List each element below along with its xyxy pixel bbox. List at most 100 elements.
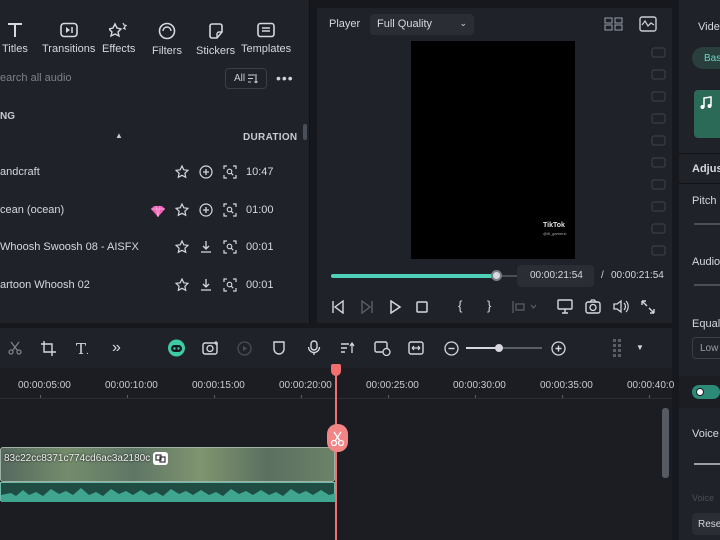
playback-knob[interactable] <box>491 270 502 281</box>
filmstrip-decoration <box>651 47 666 256</box>
timeline-scrollbar[interactable] <box>662 408 669 478</box>
add-to-timeline-icon[interactable] <box>199 203 213 217</box>
text-tool-icon[interactable]: T. <box>76 340 89 358</box>
find-similar-icon[interactable] <box>223 203 237 217</box>
tab-effects[interactable]: Effects <box>102 22 135 55</box>
playhead-line[interactable] <box>335 366 337 540</box>
audio-title: andcraft <box>0 166 40 178</box>
mask-icon[interactable] <box>272 341 286 356</box>
duration-column-header[interactable]: DURATION <box>243 132 297 143</box>
tab-stickers[interactable]: Stickers <box>196 22 235 57</box>
cut-at-playhead-button[interactable] <box>327 424 348 452</box>
total-time: 00:00:21:54 <box>611 270 664 281</box>
grid-handle-icon[interactable] <box>612 338 622 358</box>
tab-filters[interactable]: Filters <box>152 22 182 57</box>
tab-label: Transitions <box>42 43 96 55</box>
zoom-out-icon[interactable] <box>444 341 459 356</box>
display-icon[interactable] <box>557 299 573 314</box>
ruler-tick-label: 00:00:10:00 <box>105 380 158 391</box>
zoom-in-icon[interactable] <box>551 341 566 356</box>
volume-icon[interactable] <box>613 299 629 314</box>
zoom-slider-knob[interactable] <box>495 344 503 352</box>
speed-icon[interactable] <box>237 341 252 356</box>
reset-label: Rese <box>698 519 720 530</box>
quality-dropdown[interactable]: Full Quality ⌄ <box>370 14 474 35</box>
tab-transitions[interactable]: Transitions <box>42 22 95 55</box>
property-tab-video[interactable]: Vide <box>698 21 720 33</box>
current-time[interactable]: 00:00:21:54 <box>517 265 594 287</box>
favorite-star-icon[interactable] <box>175 203 189 217</box>
more-tools-icon[interactable]: » <box>112 339 121 357</box>
fit-timeline-icon[interactable] <box>408 341 424 355</box>
playhead-handle[interactable] <box>331 364 341 376</box>
audio-duration: 01:00 <box>246 204 274 216</box>
library-scrollbar[interactable] <box>303 124 307 140</box>
tab-label: Stickers <box>196 45 236 57</box>
list-item[interactable]: andcraft 10:47 <box>0 156 300 192</box>
audio-clip-thumbnail <box>694 90 720 138</box>
adjust-section-title: Adjus <box>692 163 720 175</box>
voice-slider[interactable] <box>694 463 720 465</box>
time-separator: / <box>601 270 604 281</box>
waveform-monitor-icon[interactable] <box>639 16 657 32</box>
chevron-down-icon: ⌄ <box>459 18 467 28</box>
filter-dropdown[interactable]: All <box>225 68 267 89</box>
camera-record-icon[interactable] <box>202 340 220 356</box>
mark-out-icon[interactable]: } <box>487 298 491 313</box>
sort-arrow-icon[interactable]: ▲ <box>115 131 123 140</box>
download-icon[interactable] <box>199 240 213 254</box>
tab-titles[interactable]: Titles <box>2 22 28 55</box>
property-subtab-basic[interactable]: Bas <box>704 53 720 64</box>
stickers-icon <box>208 23 223 39</box>
add-to-timeline-icon[interactable] <box>199 165 213 179</box>
mark-in-icon[interactable]: { <box>458 298 462 313</box>
replace-clip-icon[interactable] <box>374 341 391 356</box>
audio-slider[interactable] <box>694 284 720 286</box>
ruler-tick-label: 00:00:25:00 <box>366 380 419 391</box>
list-item[interactable]: cean (ocean) 01:00 <box>0 194 300 230</box>
split-icon[interactable] <box>8 341 22 355</box>
microphone-icon[interactable] <box>307 340 321 356</box>
list-item[interactable]: Whoosh Swoosh 08 - AISFX 00:01 <box>0 231 300 267</box>
download-icon[interactable] <box>199 278 213 292</box>
filter-label: All <box>233 73 246 84</box>
find-similar-icon[interactable] <box>223 165 237 179</box>
chevron-down-icon[interactable]: ▼ <box>636 343 644 352</box>
favorite-star-icon[interactable] <box>175 240 189 254</box>
favorite-star-icon[interactable] <box>175 278 189 292</box>
play-icon[interactable] <box>388 300 402 314</box>
favorite-star-icon[interactable] <box>175 165 189 179</box>
scissors-icon <box>330 431 345 447</box>
tiktok-watermark: TikTok <box>543 222 565 229</box>
audio-title: cean (ocean) <box>0 204 65 216</box>
ruler-tick-label: 00:00:30:00 <box>453 380 506 391</box>
tab-templates[interactable]: Templates <box>241 22 291 55</box>
ruler-tick-label: 00:00:05:00 <box>18 380 71 391</box>
grid-view-icon[interactable] <box>604 17 624 31</box>
stop-icon[interactable] <box>415 300 429 314</box>
voice-toggle[interactable] <box>692 385 720 399</box>
find-similar-icon[interactable] <box>223 278 237 292</box>
insert-icon[interactable] <box>511 300 537 314</box>
audio-label: Audio <box>692 256 720 268</box>
list-item[interactable]: artoon Whoosh 02 00:01 <box>0 269 300 305</box>
audio-duration: 00:01 <box>246 279 274 291</box>
audio-mixer-icon[interactable] <box>340 341 356 356</box>
pitch-slider[interactable] <box>694 223 720 225</box>
ruler-tick-label: 00:00:40:0 <box>627 380 675 391</box>
next-frame-icon[interactable] <box>360 300 374 314</box>
crop-icon[interactable] <box>41 341 56 356</box>
prev-frame-icon[interactable] <box>331 300 345 314</box>
tab-label: Effects <box>102 43 136 55</box>
titles-icon <box>7 23 22 37</box>
more-options-button[interactable]: ••• <box>276 70 294 86</box>
audio-waveform[interactable] <box>0 482 336 502</box>
audio-search-input[interactable]: earch all audio <box>0 72 72 84</box>
tab-label: Titles <box>2 43 28 55</box>
divider <box>679 153 720 154</box>
playback-progress[interactable] <box>331 274 497 278</box>
find-similar-icon[interactable] <box>223 240 237 254</box>
ai-assistant-icon[interactable] <box>167 339 186 357</box>
fullscreen-icon[interactable] <box>641 300 655 314</box>
snapshot-icon[interactable] <box>585 299 601 314</box>
